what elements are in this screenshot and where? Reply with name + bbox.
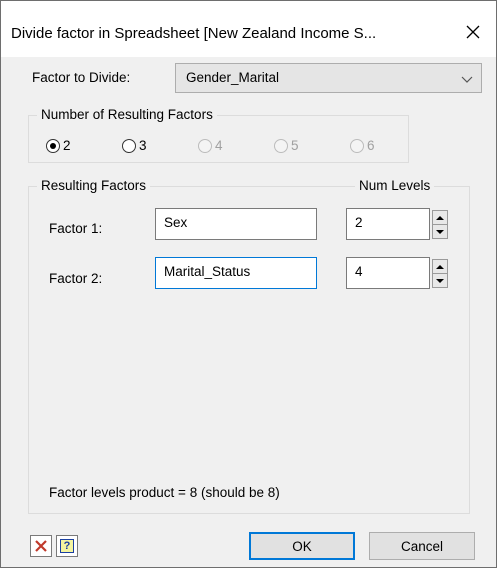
help-icon: ? xyxy=(60,539,74,553)
radio-factors-4: 4 xyxy=(198,138,223,153)
factor-1-levels-value: 2 xyxy=(355,215,363,230)
close-icon xyxy=(466,25,480,39)
factor-1-name-input[interactable]: Sex xyxy=(155,208,317,240)
radio-circle xyxy=(350,138,364,153)
arrow-up-icon xyxy=(436,264,444,269)
radio-label: 5 xyxy=(291,138,299,153)
radio-circle xyxy=(122,138,136,153)
spin-up-button[interactable] xyxy=(432,210,448,225)
radio-label: 3 xyxy=(139,138,147,153)
arrow-up-icon xyxy=(436,215,444,220)
arrow-down-icon xyxy=(436,229,444,234)
factor-to-divide-select[interactable]: Gender_Marital xyxy=(175,63,482,93)
radio-factors-2[interactable]: 2 xyxy=(46,138,71,153)
radio-label: 4 xyxy=(215,138,223,153)
factor-2-name-input[interactable]: Marital_Status xyxy=(155,257,317,289)
radio-factors-5: 5 xyxy=(274,138,299,153)
resulting-factors-title: Resulting Factors xyxy=(37,178,151,193)
cancel-button[interactable]: Cancel xyxy=(369,532,475,560)
delete-x-icon xyxy=(35,540,47,552)
factor-1-label: Factor 1: xyxy=(49,221,103,236)
arrow-down-icon xyxy=(436,278,444,283)
spin-up-button[interactable] xyxy=(432,259,448,274)
help-button[interactable]: ? xyxy=(56,535,78,557)
radio-factors-3[interactable]: 3 xyxy=(122,138,147,153)
factor-1-levels-input[interactable]: 2 xyxy=(346,208,430,240)
delete-button[interactable] xyxy=(30,535,52,557)
num-levels-header: Num Levels xyxy=(355,178,435,193)
help-glyph: ? xyxy=(63,540,71,552)
factor-1-name-value: Sex xyxy=(164,215,188,230)
factor-to-divide-value: Gender_Marital xyxy=(186,70,280,85)
dialog-window: Divide factor in Spreadsheet [New Zealan… xyxy=(0,0,497,568)
window-title: Divide factor in Spreadsheet [New Zealan… xyxy=(11,25,377,42)
spin-down-button[interactable] xyxy=(432,273,448,288)
factor-levels-product-text: Factor levels product = 8 (should be 8) xyxy=(49,485,280,500)
factor-2-levels-value: 4 xyxy=(355,264,363,279)
factor-to-divide-label: Factor to Divide: xyxy=(32,70,131,85)
radio-label: 6 xyxy=(367,138,375,153)
radio-circle xyxy=(274,138,288,153)
close-button[interactable] xyxy=(453,15,493,49)
factor-2-levels-input[interactable]: 4 xyxy=(346,257,430,289)
number-of-resulting-factors-title: Number of Resulting Factors xyxy=(37,107,217,122)
factor-2-label: Factor 2: xyxy=(49,271,103,286)
radio-factors-6: 6 xyxy=(350,138,375,153)
radio-circle xyxy=(198,138,212,153)
chevron-down-icon xyxy=(461,76,473,83)
radio-circle xyxy=(46,138,60,153)
ok-button[interactable]: OK xyxy=(249,532,355,560)
factor-2-name-value: Marital_Status xyxy=(164,264,251,279)
radio-label: 2 xyxy=(63,138,71,153)
spin-down-button[interactable] xyxy=(432,224,448,239)
title-bar: Divide factor in Spreadsheet [New Zealan… xyxy=(1,1,496,57)
